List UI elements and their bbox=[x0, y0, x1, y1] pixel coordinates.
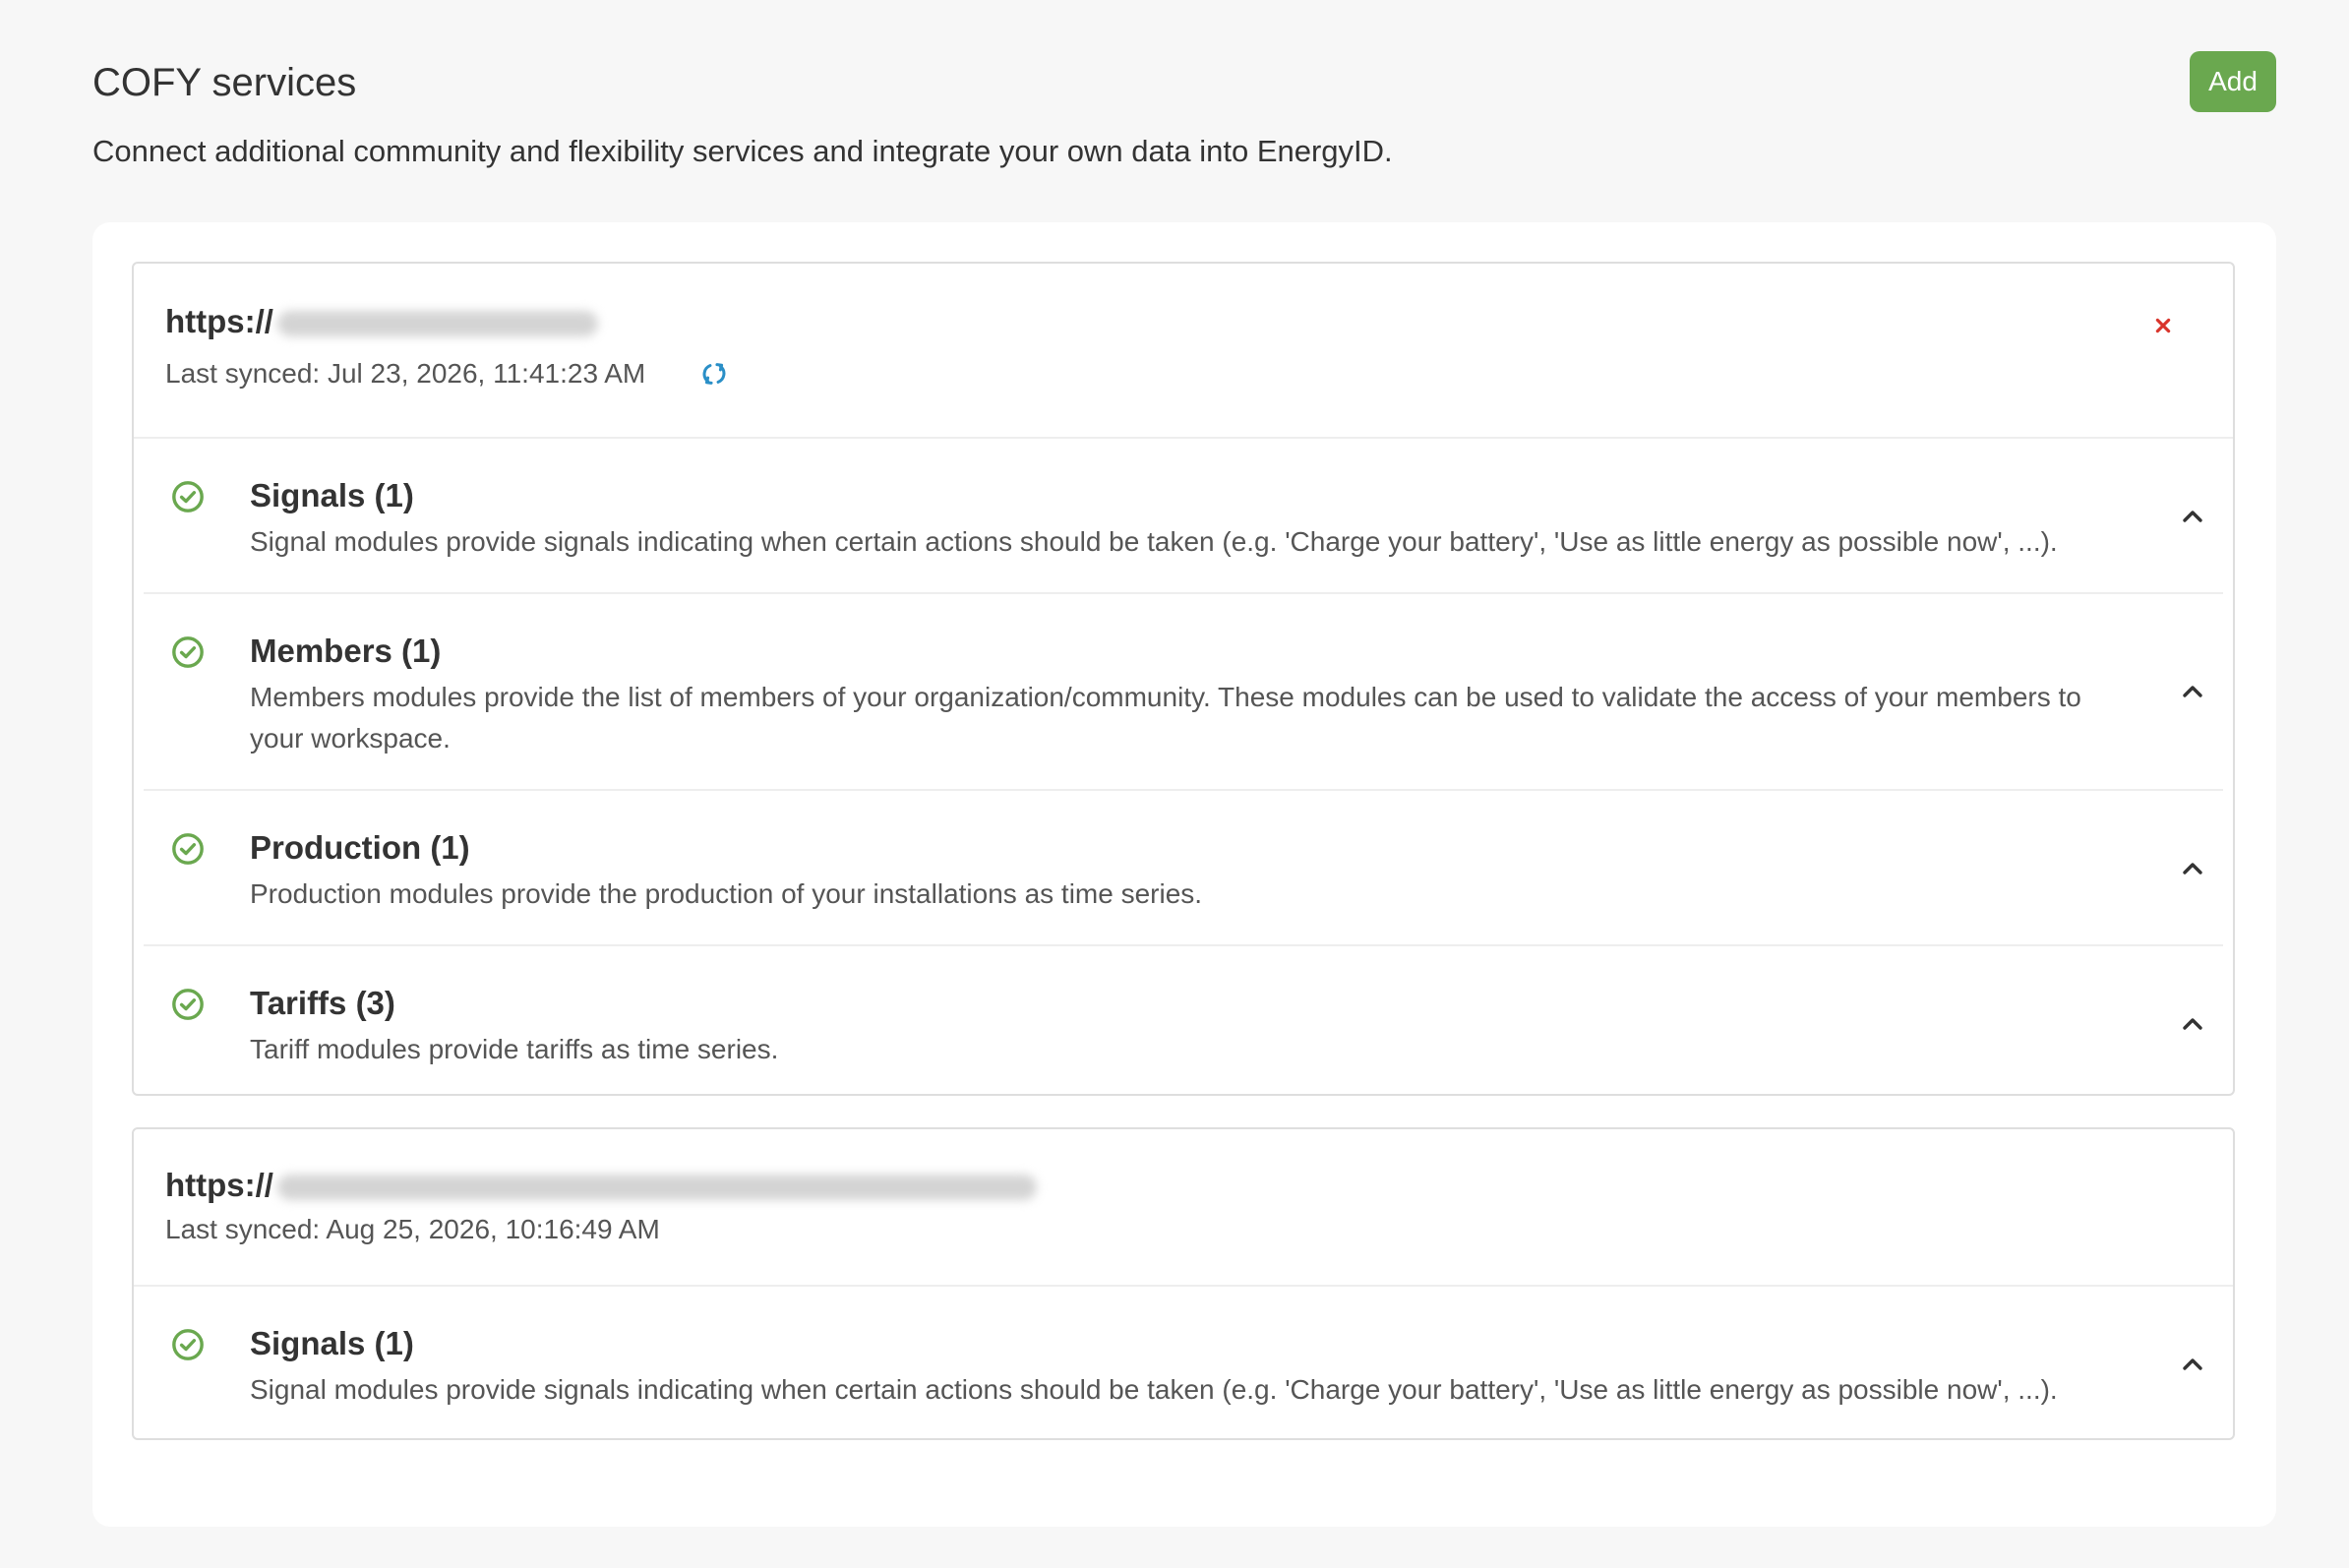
chevron-up-icon[interactable] bbox=[2182, 685, 2203, 698]
module-row-signals[interactable]: Signals (1) Signal modules provide signa… bbox=[144, 1287, 2223, 1440]
chevron-up-icon[interactable] bbox=[2182, 862, 2203, 875]
check-circle-icon bbox=[172, 1329, 204, 1360]
chevron-up-icon[interactable] bbox=[2182, 1357, 2203, 1371]
service-header: https:// Last synced: Aug 25, 2026, 10:1… bbox=[134, 1129, 2233, 1287]
service-url-prefix: https:// bbox=[165, 303, 273, 339]
service-card: https:// Last synced: Aug 25, 2026, 10:1… bbox=[132, 1127, 2235, 1440]
module-row-production[interactable]: Production (1) Production modules provid… bbox=[144, 791, 2223, 946]
chevron-up-icon[interactable] bbox=[2182, 1017, 2203, 1031]
module-title: Signals (1) bbox=[250, 1325, 414, 1361]
module-description: Tariff modules provide tariffs as time s… bbox=[250, 1034, 779, 1064]
last-synced-text: Last synced: Jul 23, 2026, 11:41:23 AM bbox=[165, 358, 646, 389]
check-circle-icon bbox=[172, 481, 204, 513]
service-card: https:// Last synced: Jul 23, 2026, 11:4… bbox=[132, 262, 2235, 1096]
module-row-members[interactable]: Members (1) Members modules provide the … bbox=[144, 594, 2223, 791]
module-title: Members (1) bbox=[250, 633, 442, 669]
module-title: Signals (1) bbox=[250, 477, 414, 513]
module-description: Signal modules provide signals indicatin… bbox=[250, 526, 2058, 557]
check-circle-icon bbox=[172, 636, 204, 668]
module-description: Members modules provide the list of memb… bbox=[250, 682, 2081, 754]
redacted-url bbox=[276, 1175, 1037, 1200]
check-circle-icon bbox=[172, 989, 204, 1020]
service-header: https:// Last synced: Jul 23, 2026, 11:4… bbox=[134, 264, 2233, 439]
module-description: Production modules provide the productio… bbox=[250, 878, 1203, 909]
module-title: Production (1) bbox=[250, 829, 470, 866]
service-url: https:// bbox=[165, 1165, 1037, 1206]
add-service-button[interactable]: Add bbox=[2190, 51, 2276, 112]
services-panel: https:// Last synced: Jul 23, 2026, 11:4… bbox=[92, 222, 2276, 1527]
redacted-url bbox=[276, 311, 598, 336]
page-title: COFY services bbox=[92, 61, 357, 104]
module-row-signals[interactable]: Signals (1) Signal modules provide signa… bbox=[144, 439, 2223, 594]
check-circle-icon bbox=[172, 833, 204, 865]
chevron-up-icon[interactable] bbox=[2182, 510, 2203, 523]
refresh-icon[interactable] bbox=[700, 360, 728, 388]
page-subtitle: Connect additional community and flexibi… bbox=[92, 134, 1393, 168]
module-description: Signal modules provide signals indicatin… bbox=[250, 1374, 2058, 1405]
service-url-prefix: https:// bbox=[165, 1167, 273, 1203]
module-row-tariffs[interactable]: Tariffs (3) Tariff modules provide tarif… bbox=[144, 946, 2223, 1100]
last-synced-text: Last synced: Aug 25, 2026, 10:16:49 AM bbox=[165, 1214, 660, 1244]
service-url: https:// bbox=[165, 301, 598, 342]
module-title: Tariffs (3) bbox=[250, 985, 395, 1021]
close-icon[interactable] bbox=[2154, 317, 2172, 334]
